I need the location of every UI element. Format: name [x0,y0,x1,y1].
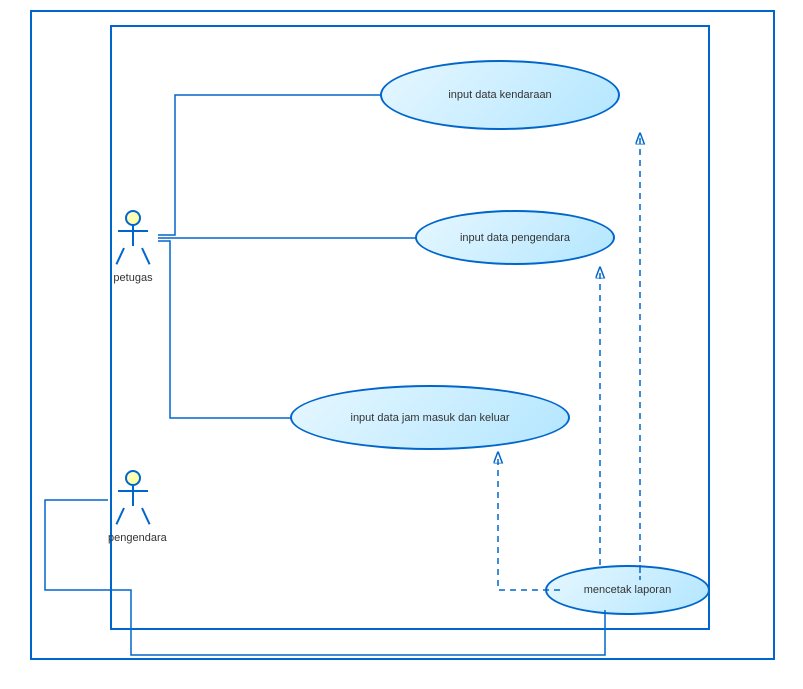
actor-label: pengendara [108,532,158,544]
actor-label: petugas [108,272,158,284]
usecase-label: input data pengendara [460,232,570,244]
usecase-input-data-kendaraan: input data kendaraan [380,60,620,130]
usecase-label: mencetak laporan [584,584,671,596]
usecase-label: input data jam masuk dan keluar [351,412,510,424]
usecase-label: input data kendaraan [448,89,551,101]
usecase-input-data-jam: input data jam masuk dan keluar [290,385,570,450]
stick-figure-icon [108,210,158,270]
usecase-input-data-pengendara: input data pengendara [415,210,615,265]
actor-petugas: petugas [108,210,158,284]
actor-pengendara: pengendara [108,470,158,544]
usecase-mencetak-laporan: mencetak laporan [545,565,710,615]
stick-figure-icon [108,470,158,530]
